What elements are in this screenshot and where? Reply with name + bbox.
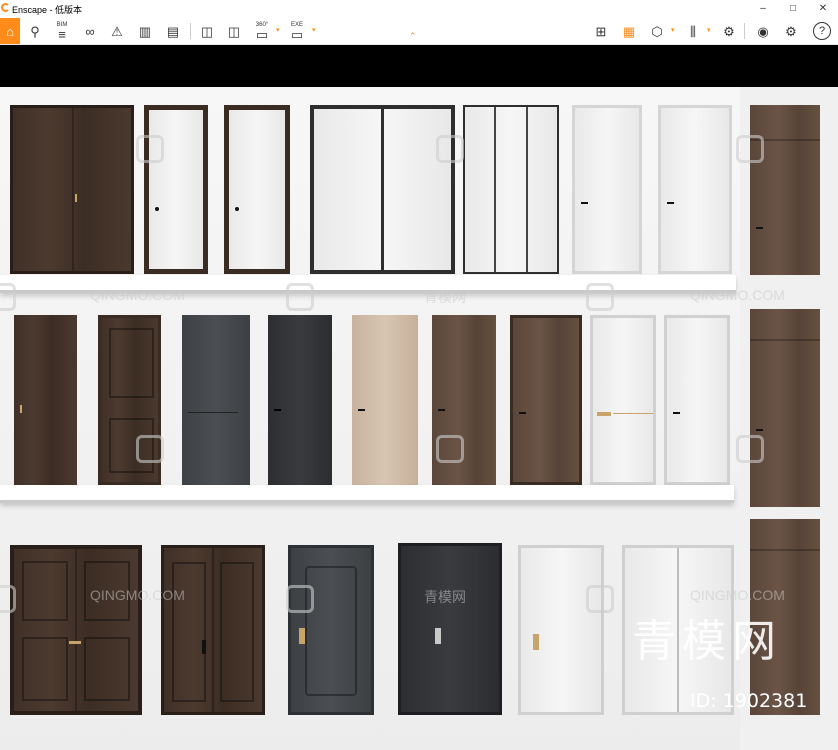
- watermark-logo-icon: [0, 283, 16, 311]
- map-button[interactable]: ⊞: [590, 20, 612, 42]
- bim-button[interactable]: BIM ≡: [51, 20, 73, 42]
- minimize-button[interactable]: –: [748, 0, 778, 17]
- watermark-logo-icon: [136, 135, 164, 163]
- location-pin-icon: ⚲: [30, 23, 40, 39]
- sketch-view-icon: ▦: [622, 23, 636, 39]
- charcoal-door: [268, 315, 332, 485]
- white-framed-door: [144, 105, 208, 274]
- dark-wood-door: [14, 315, 77, 485]
- bim-icon: ≡: [58, 26, 66, 42]
- toolbar-divider: [744, 23, 745, 39]
- asset-library-icon: ⚙: [723, 23, 735, 39]
- exe-icon: ▭: [290, 26, 304, 42]
- panorama-button[interactable]: 360° ▭: [251, 20, 273, 42]
- watermark-logo-icon: [0, 585, 16, 613]
- watermark-text: 青模网: [424, 589, 466, 605]
- screenshot-button[interactable]: ◫: [196, 20, 218, 42]
- help-icon: ?: [818, 24, 826, 37]
- light-wood-door: [352, 315, 418, 485]
- sketch-view-button[interactable]: ▦: [618, 20, 640, 42]
- panorama-icon: ▭: [255, 26, 269, 42]
- white-door: [572, 105, 642, 274]
- watermark-logo-icon: [436, 135, 464, 163]
- books-icon: ⫼: [690, 23, 696, 39]
- close-button[interactable]: ✕: [808, 0, 838, 17]
- compass-icon: ⚠: [111, 23, 123, 39]
- location-button[interactable]: ⚲: [24, 20, 46, 42]
- dark-grey-door: [182, 315, 250, 485]
- sliding-glass-door: [310, 105, 455, 274]
- buildings-icon: ▥: [138, 23, 152, 39]
- books-dropdown-icon[interactable]: ▾: [707, 26, 711, 34]
- eye-icon: ◉: [757, 23, 769, 39]
- wood-door: [510, 315, 582, 485]
- watermark-logo-icon: [286, 283, 314, 311]
- home-button[interactable]: ⌂: [0, 18, 20, 44]
- video-editor-button[interactable]: ▤: [162, 20, 184, 42]
- watermark-id: ID: 1902381: [690, 690, 808, 712]
- wood-door-with-transom: [750, 309, 820, 507]
- visibility-button[interactable]: ◉: [752, 20, 774, 42]
- compass-button[interactable]: ⚠: [106, 20, 128, 42]
- batch-render-icon: ◫: [227, 23, 241, 39]
- window-title: Enscape - 低版本: [12, 5, 83, 15]
- buildings-button[interactable]: ▥: [134, 20, 156, 42]
- watermark-text: 青模网: [424, 289, 466, 305]
- grey-security-door: [288, 545, 374, 715]
- export-dropdown-icon[interactable]: ▾: [312, 26, 316, 34]
- watermark-text: QINGMO.COM: [90, 587, 185, 603]
- cube-icon: ⬡: [651, 23, 663, 39]
- toolbar-divider: [190, 23, 191, 39]
- settings-button[interactable]: ⚙: [780, 20, 802, 42]
- watermark-logo-icon: [736, 135, 764, 163]
- exe-export-button[interactable]: EXE ▭: [286, 20, 308, 42]
- watermark-text: QINGMO.COM: [690, 287, 785, 303]
- charcoal-security-door: [398, 543, 502, 715]
- title-bar: Enscape - 低版本 – □ ✕: [0, 0, 838, 17]
- render-viewport[interactable]: QINGMO.COM 青模网 QINGMO.COM QINGMO.COM 青模网…: [0, 45, 838, 750]
- white-door-gold-handle: [590, 315, 656, 485]
- wood-door-with-transom: [750, 105, 820, 275]
- enscape-logo-icon: [1, 3, 10, 12]
- map-icon: ⊞: [595, 23, 607, 39]
- double-wood-door: [10, 105, 134, 274]
- white-framed-door: [224, 105, 290, 274]
- watermark-logo-icon: [586, 283, 614, 311]
- display-shelf: [0, 485, 734, 503]
- watermark-text: QINGMO.COM: [690, 587, 785, 603]
- watermark-logo-icon: [136, 435, 164, 463]
- asset-library-button[interactable]: ⚙: [718, 20, 740, 42]
- help-button[interactable]: ?: [813, 22, 831, 40]
- maximize-button[interactable]: □: [778, 0, 808, 17]
- binoculars-icon: ∞: [85, 23, 95, 39]
- clapper-icon: ▤: [166, 23, 180, 39]
- watermark-logo-icon: [286, 585, 314, 613]
- white-fluted-door: [518, 545, 604, 715]
- watermark-text: QINGMO.COM: [90, 287, 185, 303]
- white-door: [658, 105, 732, 274]
- watermark-logo-icon: [586, 585, 614, 613]
- double-paneled-wood-door: [10, 545, 142, 715]
- batch-render-button[interactable]: ◫: [223, 20, 245, 42]
- home-icon: ⌂: [6, 23, 14, 39]
- double-security-wood-door: [161, 545, 265, 715]
- white-door: [664, 315, 730, 485]
- panorama-dropdown-icon[interactable]: ▾: [276, 26, 280, 34]
- cube-dropdown-icon[interactable]: ▾: [671, 26, 675, 34]
- watermark-logo-icon: [736, 435, 764, 463]
- triple-sliding-door: [463, 105, 559, 274]
- binoculars-button[interactable]: ∞: [79, 20, 101, 42]
- cube-button[interactable]: ⬡: [646, 20, 668, 42]
- watermark-logo-icon: [436, 435, 464, 463]
- books-button[interactable]: ⫼: [682, 20, 704, 42]
- toolbar: ⌂ ⚲ BIM ≡ ∞ ⚠ ▥ ▤ ◫ ◫ 360° ▭ ▾ EXE ▭ ▾ ⊞ ▦ …: [0, 17, 838, 45]
- gear-icon: ⚙: [785, 23, 797, 39]
- collapse-toolbar-icon[interactable]: ⌃: [409, 31, 417, 42]
- watermark-large-text: 青模网: [632, 616, 782, 667]
- screenshot-icon: ◫: [200, 23, 214, 39]
